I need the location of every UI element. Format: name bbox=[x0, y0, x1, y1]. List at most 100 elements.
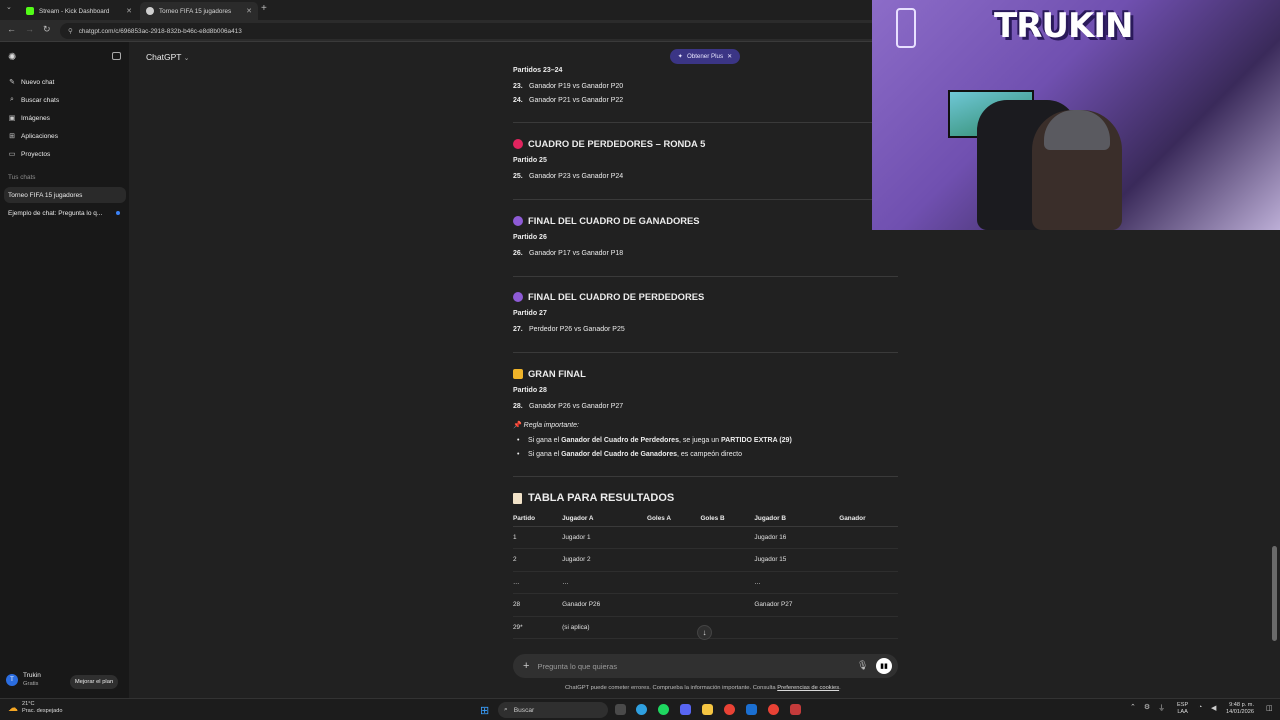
partido-label: Partido 27 bbox=[513, 310, 547, 317]
page-scrollbar[interactable] bbox=[1272, 546, 1277, 641]
table-cell: … bbox=[754, 571, 840, 594]
table-cell bbox=[700, 526, 755, 549]
taskbar-search[interactable]: ⌕ Buscar bbox=[498, 702, 608, 718]
clock[interactable]: 9:48 p. m. 14/01/2026 bbox=[1226, 702, 1254, 716]
user-menu[interactable]: T Trukin Gratis bbox=[6, 672, 41, 688]
url-text: chatgpt.com/c/696853ac-2918-832b-b46c-e8… bbox=[78, 27, 242, 35]
user-name: Trukin bbox=[23, 672, 41, 679]
tab-label: Stream - Kick Dashboard bbox=[39, 7, 110, 15]
chrome-icon[interactable] bbox=[724, 704, 735, 715]
lang-layout: LAA bbox=[1177, 709, 1188, 715]
site-info-icon[interactable]: ⚲ bbox=[68, 27, 73, 35]
back-icon[interactable]: ← bbox=[7, 24, 16, 34]
volume-icon[interactable]: ◀ bbox=[1211, 704, 1216, 712]
purple-circle-icon bbox=[513, 215, 523, 226]
table-cell bbox=[700, 593, 755, 617]
match-number: 28. bbox=[513, 403, 523, 410]
reload-icon[interactable]: ↻ bbox=[43, 24, 51, 35]
match-number: 23. bbox=[513, 83, 523, 90]
clock-time: 9:48 p. m. bbox=[1229, 702, 1254, 708]
section-heading: CUADRO DE PERDEDORES – RONDA 5 bbox=[513, 138, 705, 149]
sidebar-item-search[interactable]: ⌕ Buscar chats bbox=[8, 96, 59, 104]
sidebar: ✺ ✎ Nuevo chat ⌕ Buscar chats ▣ Imágenes… bbox=[0, 42, 129, 698]
get-plus-button[interactable]: ✦ Obtener Plus ✕ bbox=[670, 49, 740, 64]
clock-date: 14/01/2026 bbox=[1226, 709, 1254, 715]
close-icon[interactable]: ✕ bbox=[727, 53, 732, 60]
chat-item-torneo[interactable]: Torneo FIFA 15 jugadores bbox=[4, 187, 126, 203]
system-tray: ⌃ ⚙ ⏚ bbox=[1130, 703, 1165, 713]
prompt-input[interactable] bbox=[537, 661, 838, 671]
task-view-icon[interactable] bbox=[615, 704, 626, 715]
forward-icon[interactable]: → bbox=[25, 24, 34, 34]
chatgpt-icon bbox=[146, 7, 154, 15]
plus-icon[interactable]: + bbox=[523, 660, 529, 672]
close-icon[interactable]: ✕ bbox=[126, 7, 132, 15]
match-text: Ganador P19 vs Ganador P20 bbox=[529, 83, 624, 90]
tab-label: Torneo FIFA 15 jugadores bbox=[159, 7, 232, 15]
memo-icon bbox=[513, 492, 522, 504]
apps-icon: ⊞ bbox=[9, 133, 15, 140]
table-cell bbox=[839, 548, 898, 572]
close-icon[interactable]: ✕ bbox=[246, 7, 252, 15]
scroll-to-bottom-button[interactable]: ↓ bbox=[697, 625, 712, 640]
url-field[interactable]: ⚲ chatgpt.com/c/696853ac-2918-832b-b46c-… bbox=[60, 23, 890, 39]
steam-icon[interactable] bbox=[746, 704, 757, 715]
new-tab-icon[interactable]: + bbox=[261, 3, 267, 14]
spotify-icon[interactable] bbox=[658, 704, 669, 715]
discord-icon[interactable] bbox=[680, 704, 691, 715]
col-goles-b: Goles B bbox=[700, 512, 755, 527]
openai-logo-icon[interactable]: ✺ bbox=[8, 52, 16, 63]
match-text: Perdedor P26 vs Ganador P25 bbox=[529, 326, 625, 333]
usb-icon[interactable]: ⏚ bbox=[1158, 703, 1165, 713]
table-cell bbox=[754, 616, 840, 639]
sidebar-item-label: Imágenes bbox=[21, 114, 50, 122]
col-jugador-b: Jugador B bbox=[754, 512, 840, 527]
notifications-icon[interactable]: ◫ bbox=[1266, 704, 1273, 712]
section-title: FINAL DEL CUADRO DE PERDEDORES bbox=[528, 291, 705, 302]
col-jugador-a: Jugador A bbox=[562, 512, 648, 527]
match-number: 26. bbox=[513, 250, 523, 257]
app-icon[interactable] bbox=[790, 704, 801, 715]
search-icon: ⌕ bbox=[10, 96, 14, 103]
sidebar-item-new-chat[interactable]: ✎ Nuevo chat bbox=[8, 78, 55, 87]
tab-torneo[interactable]: Torneo FIFA 15 jugadores ✕ bbox=[140, 2, 258, 20]
weather-text: Prac. despejado bbox=[22, 708, 63, 714]
rule-text: , se juega un bbox=[678, 437, 721, 444]
voice-mode-button[interactable]: ▮▮ bbox=[876, 658, 892, 674]
tab-kick[interactable]: Stream - Kick Dashboard ✕ bbox=[20, 2, 138, 20]
chevron-up-icon[interactable]: ⌃ bbox=[1130, 703, 1136, 713]
tab-menu-icon[interactable]: ⌄ bbox=[6, 3, 12, 11]
table-cell bbox=[839, 526, 898, 549]
sidebar-item-apps[interactable]: ⊞ Aplicaciones bbox=[8, 132, 58, 141]
chrome-icon[interactable] bbox=[768, 704, 779, 715]
sidebar-toggle-icon[interactable] bbox=[112, 52, 121, 60]
sidebar-item-images[interactable]: ▣ Imágenes bbox=[8, 114, 50, 123]
table-cell: 1 bbox=[513, 526, 563, 549]
network-tray-icon[interactable]: ⚙ bbox=[1144, 703, 1150, 713]
language-indicator[interactable]: ESP LAA bbox=[1177, 702, 1188, 716]
arrow-down-icon: ↓ bbox=[702, 628, 707, 637]
edge-icon[interactable] bbox=[636, 704, 647, 715]
microphone-icon[interactable]: 🎙 bbox=[857, 660, 868, 671]
temperature: 21°C bbox=[22, 701, 35, 707]
model-selector[interactable]: ChatGPT ⌄ bbox=[146, 52, 190, 62]
chat-item-ejemplo[interactable]: Ejemplo de chat: Pregunta lo q... bbox=[4, 205, 126, 221]
sidebar-item-label: Nuevo chat bbox=[21, 78, 55, 86]
image-icon: ▣ bbox=[8, 115, 16, 122]
windows-start-icon[interactable]: ⊞ bbox=[480, 704, 489, 717]
file-explorer-icon[interactable] bbox=[702, 704, 713, 715]
sidebar-item-projects[interactable]: ▭ Proyectos bbox=[8, 150, 51, 159]
match-number: 27. bbox=[513, 326, 523, 333]
windows-taskbar: ☁ 21°C Prac. despejado ⊞ ⌕ Buscar ⌃ ⚙ ⏚ E… bbox=[0, 698, 1280, 720]
section-heading: FINAL DEL CUADRO DE GANADORES bbox=[513, 215, 700, 226]
weather-widget[interactable]: ☁ 21°C Prac. despejado bbox=[8, 701, 62, 715]
table-cell: Ganador P27 bbox=[754, 593, 840, 617]
wifi-icon[interactable]: ◔ bbox=[1198, 704, 1202, 711]
cookie-preferences-link[interactable]: Preferencias de cookies bbox=[777, 685, 839, 691]
upgrade-plan-button[interactable]: Mejorar el plan bbox=[70, 675, 118, 689]
trophy-icon bbox=[513, 368, 523, 379]
table-cell: Jugador 1 bbox=[562, 526, 648, 549]
match-text: Ganador P26 vs Ganador P27 bbox=[529, 403, 624, 410]
rule-text: Si gana el bbox=[528, 451, 562, 458]
table-cell bbox=[647, 616, 701, 639]
